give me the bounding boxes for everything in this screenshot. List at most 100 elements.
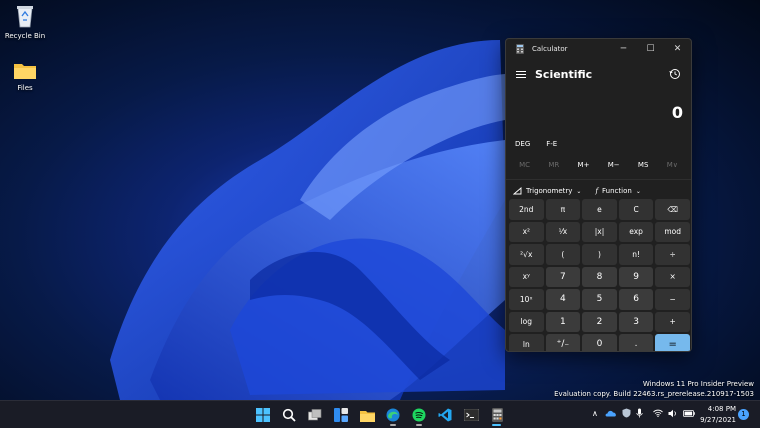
key-power[interactable]: xʸ bbox=[509, 266, 544, 287]
memory-row: MC MR M+ M− MS M∨ bbox=[506, 153, 691, 177]
key-subtract[interactable]: − bbox=[655, 289, 690, 310]
history-icon[interactable] bbox=[669, 68, 681, 80]
vscode-button[interactable] bbox=[432, 404, 458, 426]
key-0[interactable]: 0 bbox=[582, 334, 617, 351]
microphone-icon[interactable] bbox=[636, 408, 643, 418]
m-minus-button[interactable]: M− bbox=[608, 161, 620, 169]
function-f-icon: f bbox=[595, 187, 599, 195]
battery-icon[interactable] bbox=[682, 409, 695, 417]
key-abs[interactable]: |x| bbox=[582, 221, 617, 242]
ms-button[interactable]: MS bbox=[638, 161, 648, 169]
security-icon[interactable] bbox=[622, 408, 631, 418]
result-display: 0 bbox=[671, 103, 683, 122]
desktop-icon-label: Recycle Bin bbox=[4, 32, 46, 40]
key-4[interactable]: 4 bbox=[545, 289, 581, 310]
volume-icon[interactable] bbox=[668, 409, 678, 418]
menu-icon[interactable] bbox=[516, 69, 526, 80]
search-button[interactable] bbox=[276, 404, 302, 426]
vscode-icon bbox=[438, 408, 452, 422]
watermark-line-1: Windows 11 Pro Insider Preview bbox=[642, 380, 754, 388]
key-log[interactable]: log bbox=[509, 311, 544, 332]
key-9[interactable]: 9 bbox=[618, 266, 654, 287]
spotify-button[interactable] bbox=[406, 404, 432, 426]
desktop-icon-files[interactable]: Files bbox=[0, 60, 50, 92]
key-6[interactable]: 6 bbox=[618, 289, 654, 310]
key-backspace[interactable]: ⌫ bbox=[655, 199, 690, 220]
onedrive-icon[interactable] bbox=[605, 409, 617, 417]
key-factorial[interactable]: n! bbox=[618, 244, 654, 265]
key-e[interactable]: e bbox=[582, 199, 617, 220]
key-ln[interactable]: ln bbox=[509, 334, 544, 351]
key-divide[interactable]: ÷ bbox=[655, 244, 690, 265]
key-add[interactable]: + bbox=[655, 311, 690, 332]
key-2[interactable]: 2 bbox=[582, 311, 617, 332]
mr-button[interactable]: MR bbox=[548, 161, 559, 169]
key-open-paren[interactable]: ( bbox=[545, 244, 581, 265]
key-exp[interactable]: exp bbox=[618, 221, 654, 242]
desktop-icon-recycle-bin[interactable]: Recycle Bin bbox=[0, 4, 50, 40]
clock-time: 4:08 PM bbox=[707, 405, 736, 413]
mode-title: Scientific bbox=[535, 67, 593, 81]
key-decimal[interactable]: . bbox=[618, 334, 654, 351]
chevron-down-icon: ⌄ bbox=[576, 187, 582, 195]
key-reciprocal[interactable]: ¹⁄x bbox=[545, 221, 581, 242]
m-plus-button[interactable]: M+ bbox=[578, 161, 590, 169]
terminal-button[interactable] bbox=[458, 404, 484, 426]
folder-icon bbox=[14, 64, 36, 79]
title-bar[interactable]: Calculator ─ ☐ ✕ bbox=[506, 39, 691, 59]
taskbar-apps bbox=[250, 404, 510, 426]
key-clear[interactable]: C bbox=[618, 199, 654, 220]
widgets-button[interactable] bbox=[328, 404, 354, 426]
calculator-window: Calculator ─ ☐ ✕ Scientific 0 DEG F-E MC… bbox=[505, 38, 692, 352]
key-7[interactable]: 7 bbox=[545, 266, 581, 287]
key-equals[interactable]: = bbox=[655, 334, 690, 351]
key-square[interactable]: x² bbox=[509, 221, 544, 242]
task-view-button[interactable] bbox=[302, 404, 328, 426]
key-negate[interactable]: ⁺∕₋ bbox=[545, 334, 581, 351]
calculator-icon bbox=[491, 408, 503, 422]
clock-date: 9/27/2021 bbox=[700, 416, 736, 424]
task-view-icon bbox=[308, 409, 322, 421]
function-label: Function bbox=[602, 187, 632, 195]
window-title: Calculator bbox=[532, 45, 568, 53]
start-button[interactable] bbox=[250, 404, 276, 426]
key-mod[interactable]: mod bbox=[655, 221, 690, 242]
triangle-icon bbox=[513, 187, 522, 195]
memory-list-button[interactable]: M∨ bbox=[667, 161, 678, 169]
system-tray: ∧ bbox=[592, 408, 695, 418]
key-8[interactable]: 8 bbox=[582, 266, 617, 287]
trigonometry-label: Trigonometry bbox=[526, 187, 573, 195]
key-5[interactable]: 5 bbox=[582, 289, 617, 310]
spotify-icon bbox=[412, 408, 426, 422]
calculator-taskbar-button[interactable] bbox=[484, 404, 510, 426]
minimize-button[interactable]: ─ bbox=[610, 39, 637, 59]
file-explorer-button[interactable] bbox=[354, 404, 380, 426]
chevron-down-icon: ⌄ bbox=[635, 187, 641, 195]
maximize-button[interactable]: ☐ bbox=[637, 39, 664, 59]
recycle-bin-icon bbox=[17, 6, 33, 28]
function-dropdown[interactable]: f Function ⌄ bbox=[595, 187, 640, 195]
evaluation-watermark: Windows 11 Pro Insider Preview Evaluatio… bbox=[554, 379, 754, 399]
key-pi[interactable]: π bbox=[545, 199, 581, 220]
key-ten-power[interactable]: 10ˣ bbox=[509, 289, 544, 310]
key-1[interactable]: 1 bbox=[545, 311, 581, 332]
fe-button[interactable]: F-E bbox=[546, 140, 557, 148]
show-hidden-icons-button[interactable]: ∧ bbox=[592, 409, 598, 418]
close-button[interactable]: ✕ bbox=[664, 39, 691, 59]
wifi-icon[interactable] bbox=[653, 409, 663, 417]
edge-icon bbox=[386, 408, 400, 422]
key-close-paren[interactable]: ) bbox=[582, 244, 617, 265]
search-icon bbox=[282, 408, 296, 422]
key-3[interactable]: 3 bbox=[618, 311, 654, 332]
widgets-icon bbox=[334, 408, 348, 422]
key-multiply[interactable]: × bbox=[655, 266, 690, 287]
key-2nd[interactable]: 2nd bbox=[509, 199, 544, 220]
running-indicator bbox=[416, 424, 422, 426]
edge-button[interactable] bbox=[380, 404, 406, 426]
clock[interactable]: 4:08 PM 9/27/2021 bbox=[698, 404, 736, 426]
key-sqrt[interactable]: ²√x bbox=[509, 244, 544, 265]
angle-unit-button[interactable]: DEG bbox=[515, 140, 530, 148]
mc-button[interactable]: MC bbox=[519, 161, 530, 169]
notification-badge[interactable]: 1 bbox=[738, 409, 749, 420]
trigonometry-dropdown[interactable]: Trigonometry ⌄ bbox=[513, 187, 581, 195]
